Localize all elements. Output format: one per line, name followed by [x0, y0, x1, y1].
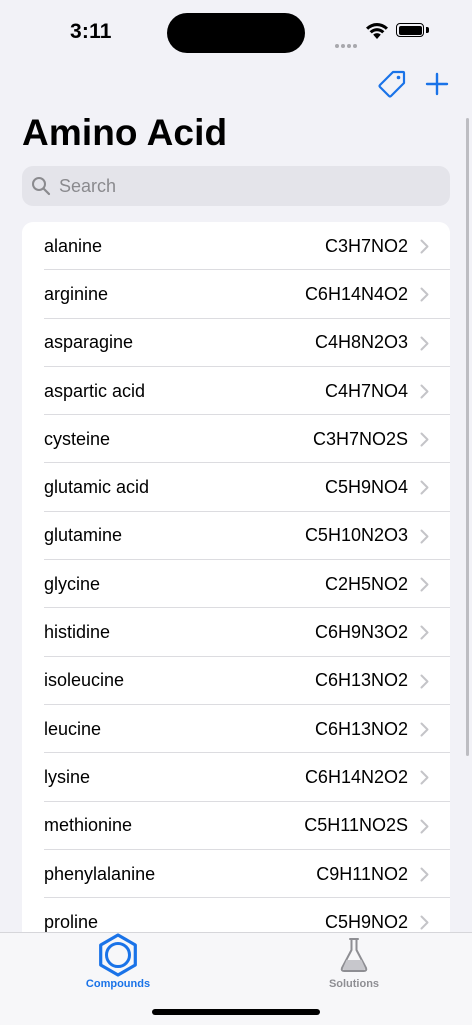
compound-formula: C6H13NO2 [314, 718, 408, 739]
battery-tip [426, 27, 429, 33]
list-item-histidine[interactable]: histidine C6H9N3O2 [22, 608, 450, 657]
compound-formula: C4H7NO4 [324, 380, 408, 401]
compound-formula: C9H11NO2 [316, 863, 408, 884]
compound-name: proline [44, 911, 99, 932]
cellular-signal-icon [335, 35, 359, 53]
chevron-right-icon [420, 239, 429, 254]
compound-formula: C5H9NO4 [324, 477, 408, 498]
compound-name: glutamic acid [44, 477, 150, 498]
tab-compounds-label: Compounds [85, 978, 151, 990]
compound-formula: C6H13NO2 [314, 670, 408, 691]
compound-name: glutamine [44, 525, 123, 546]
chevron-right-icon [420, 625, 429, 640]
home-indicator[interactable] [152, 1009, 320, 1015]
compound-name: isoleucine [44, 670, 125, 691]
battery-icon [396, 23, 424, 37]
tab-solutions[interactable]: Solutions [294, 933, 414, 990]
compound-formula: C6H14N2O2 [304, 766, 408, 787]
dynamic-island [167, 13, 305, 53]
chevron-right-icon [420, 287, 429, 302]
page-title: Amino Acid [22, 112, 228, 153]
list-item-glutamic-acid[interactable]: glutamic acid C5H9NO4 [22, 463, 450, 513]
chevron-right-icon [420, 480, 429, 495]
list-item-methionine[interactable]: methionine C5H11NO2S [22, 802, 450, 851]
tag-button[interactable] [376, 68, 408, 100]
compound-formula: C6H14N4O2 [304, 283, 408, 304]
compound-name: arginine [44, 283, 109, 304]
chevron-right-icon [420, 529, 429, 544]
search-bar[interactable] [22, 166, 450, 206]
compounds-hexagon-icon [99, 933, 137, 977]
tag-icon [378, 70, 406, 98]
list-item-aspartic-acid[interactable]: aspartic acid C4H7NO4 [22, 367, 450, 416]
compound-name: histidine [44, 622, 111, 643]
status-bar: 3:11 [0, 0, 472, 62]
chevron-right-icon [420, 915, 429, 930]
wifi-icon [365, 22, 389, 45]
list-item-glutamine[interactable]: glutamine C5H10N2O3 [22, 512, 450, 561]
compound-formula: C3H7NO2S [312, 428, 408, 449]
compound-name: aspartic acid [44, 380, 146, 401]
list-item-alanine[interactable]: alanine C3H7NO2 [22, 222, 450, 271]
chevron-right-icon [420, 384, 429, 399]
chevron-right-icon [420, 770, 429, 785]
compound-name: glycine [44, 573, 101, 594]
chevron-right-icon [420, 674, 429, 689]
compound-formula: C5H10N2O3 [304, 525, 408, 546]
compound-name: alanine [44, 235, 103, 256]
chevron-right-icon [420, 577, 429, 592]
compound-formula: C4H8N2O3 [314, 332, 408, 353]
chevron-right-icon [420, 819, 429, 834]
compound-formula: C2H5NO2 [324, 573, 408, 594]
chevron-right-icon [420, 867, 429, 882]
list-item-cysteine[interactable]: cysteine C3H7NO2S [22, 415, 450, 464]
list-item-asparagine[interactable]: asparagine C4H8N2O3 [22, 319, 450, 368]
scroll-indicator[interactable] [466, 118, 469, 756]
status-time: 3:11 [70, 20, 112, 43]
compound-formula: C6H9N3O2 [314, 622, 408, 643]
list-item-phenylalanine[interactable]: phenylalanine C9H11NO2 [22, 850, 450, 899]
compound-formula: C5H11NO2S [304, 815, 408, 836]
search-input[interactable] [57, 174, 421, 198]
add-button[interactable] [421, 68, 453, 100]
compound-name: asparagine [44, 332, 134, 353]
list-item-leucine[interactable]: leucine C6H13NO2 [22, 705, 450, 754]
compound-name: phenylalanine [44, 863, 156, 884]
list-item-isoleucine[interactable]: isoleucine C6H13NO2 [22, 657, 450, 706]
compound-formula: C5H9NO2 [324, 911, 408, 932]
compound-formula: C3H7NO2 [324, 235, 408, 256]
tab-solutions-label: Solutions [328, 978, 380, 990]
chevron-right-icon [420, 722, 429, 737]
chevron-right-icon [420, 336, 429, 351]
compound-name: leucine [44, 718, 102, 739]
search-icon [32, 177, 51, 196]
compound-list: alanine C3H7NO2 arginine C6H14N4O2 aspar… [22, 222, 450, 942]
list-item-arginine[interactable]: arginine C6H14N4O2 [22, 270, 450, 319]
chevron-right-icon [420, 432, 429, 447]
compound-name: lysine [44, 766, 91, 787]
compound-name: cysteine [44, 428, 111, 449]
list-item-glycine[interactable]: glycine C2H5NO2 [22, 560, 450, 609]
compound-name: methionine [44, 815, 133, 836]
flask-icon [340, 938, 368, 972]
list-item-lysine[interactable]: lysine C6H14N2O2 [22, 753, 450, 802]
tab-compounds[interactable]: Compounds [58, 933, 178, 990]
plus-icon [425, 72, 449, 96]
